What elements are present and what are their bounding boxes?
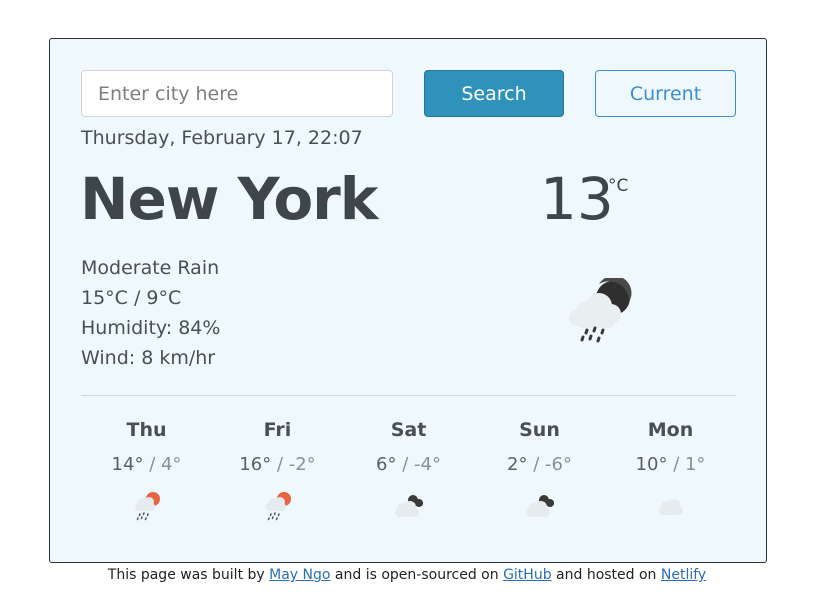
day-cloud-rain-icon [265, 492, 291, 521]
weather-card: Search Current Thursday, February 17, 22… [49, 38, 767, 563]
footer-text: This page was built by [107, 567, 270, 583]
night-cloudy-icon [394, 495, 423, 517]
current-date: Thursday, February 17, 22:07 [81, 127, 363, 149]
forecast-high: 16° [239, 454, 272, 475]
footer: This page was built by May Ngo and is op… [0, 567, 814, 583]
forecast-low: 4° [160, 454, 182, 475]
forecast-day: Sat 6° / -4° [343, 415, 474, 523]
humidity: Humidity: 84% [81, 317, 221, 339]
forecast-high: 6° [376, 454, 397, 475]
night-cloudy-icon [525, 495, 554, 517]
wind-speed: Wind: 8 km/hr [81, 347, 216, 369]
cloud-icon [658, 499, 683, 515]
search-button[interactable]: Search [424, 70, 564, 117]
forecast-day-name: Thu [126, 419, 167, 441]
current-location-button[interactable]: Current [595, 70, 736, 117]
forecast-day-name: Fri [263, 419, 292, 441]
forecast-day-name: Mon [647, 419, 694, 441]
forecast-temps: 14° / 4° [81, 453, 212, 477]
forecast-day: Thu 14° / 4° [81, 415, 212, 523]
day-cloud-rain-icon [134, 492, 160, 521]
forecast-day: Sun 2° / -6° [474, 415, 605, 523]
forecast-temps: 2° / -6° [474, 453, 605, 477]
forecast-separator: / [533, 454, 546, 475]
forecast-temps: 6° / -4° [343, 453, 474, 477]
city-name: New York [80, 165, 378, 233]
forecast-temps: 16° / -2° [212, 453, 343, 477]
temperature-unit: °C [608, 176, 629, 196]
footer-text: and hosted on [551, 567, 661, 583]
forecast-low: -2° [288, 454, 316, 475]
forecast-low: -4° [414, 454, 441, 475]
forecast-high: 10° [635, 454, 668, 475]
city-search-input[interactable] [81, 70, 393, 117]
divider [81, 395, 736, 396]
github-link[interactable]: GitHub [503, 567, 552, 583]
forecast-day: Fri 16° / -2° [212, 415, 343, 523]
forecast-separator: / [149, 454, 161, 475]
current-temperature: 13 [540, 165, 614, 233]
forecast-day: Mon 10° / 1° [605, 415, 736, 523]
footer-text: and is open-sourced on [330, 567, 504, 583]
forecast-separator: / [673, 454, 685, 475]
forecast-high: 14° [111, 454, 144, 475]
weather-details: Moderate Rain 15°C / 9°C Humidity: 84% W… [81, 253, 220, 373]
night-cloud-rain-icon [569, 278, 632, 343]
forecast-low: -6° [545, 454, 572, 475]
forecast-separator: / [276, 454, 289, 475]
netlify-link[interactable]: Netlify [661, 567, 706, 583]
weather-description: Moderate Rain [81, 257, 220, 279]
forecast-separator: / [402, 454, 415, 475]
high-low-temperature: 15°C / 9°C [81, 287, 182, 309]
forecast-temps: 10° / 1° [605, 453, 736, 477]
forecast-day-name: Sat [390, 419, 427, 441]
forecast-low: 1° [684, 454, 706, 475]
author-link[interactable]: May Ngo [269, 567, 330, 583]
forecast-high: 2° [507, 454, 528, 475]
forecast-row: Thu 14° / 4° Fri 16° / -2° Sat 6° / -4° … [81, 415, 736, 525]
forecast-day-name: Sun [519, 419, 560, 441]
